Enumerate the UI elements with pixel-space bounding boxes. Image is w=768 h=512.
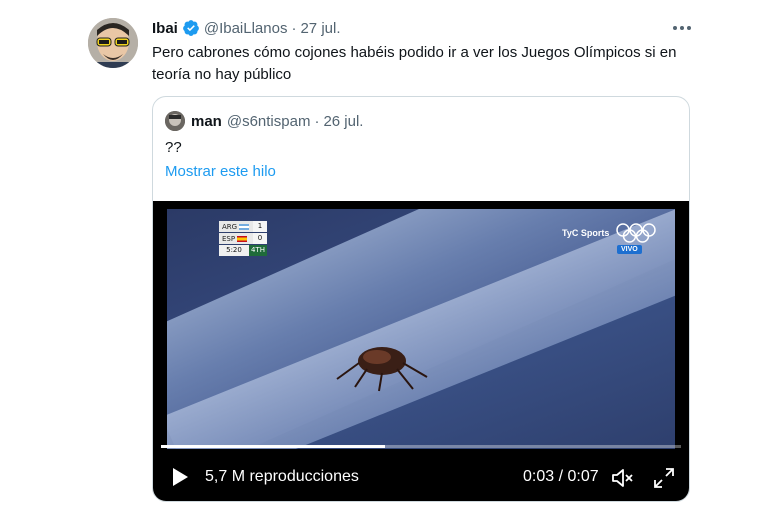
team1-score: 1: [253, 221, 267, 232]
progress-fill: [161, 445, 385, 448]
show-thread-link[interactable]: Mostrar este hilo: [165, 163, 276, 180]
broadcaster-logo: TyC Sports: [562, 223, 657, 243]
cockroach-image: [336, 347, 428, 392]
quoted-author-name[interactable]: man: [191, 113, 222, 130]
tweet-date[interactable]: 27 jul.: [300, 20, 340, 37]
live-badge: VIVO: [617, 245, 642, 254]
more-icon[interactable]: [668, 18, 696, 38]
team2-score: 0: [253, 233, 267, 244]
broadcaster-name: TyC Sports: [562, 228, 610, 238]
scoreboard-team1: ARG: [219, 221, 253, 232]
scoreboard-row-clock: 5:20 4TH: [219, 245, 267, 256]
time-separator: /: [558, 468, 564, 485]
progress-bar[interactable]: [161, 445, 681, 448]
view-count: 5,7 M reproducciones: [205, 468, 359, 485]
quoted-tweet[interactable]: man @s6ntispam · 26 jul. ?? Mostrar este…: [152, 96, 690, 502]
playback-time: 0:03 / 0:07: [523, 468, 599, 486]
avatar-image: [88, 18, 138, 68]
quoted-header: man @s6ntispam · 26 jul.: [165, 111, 363, 131]
separator-dot: ·: [291, 19, 297, 37]
game-clock: 5:20: [219, 245, 249, 256]
olympic-rings-icon: [616, 223, 657, 243]
quoted-handle[interactable]: @s6ntispam: [227, 113, 311, 130]
scoreboard-row-team1: ARG 1: [219, 221, 267, 232]
quoted-date[interactable]: 26 jul.: [323, 113, 363, 130]
scoreboard: ARG 1 ESP 0 5:20 4TH: [219, 221, 267, 257]
video-player[interactable]: ARG 1 ESP 0 5:20 4TH TyC Sports VIVO 5,7…: [153, 201, 689, 501]
author-avatar[interactable]: [88, 18, 138, 68]
team1-name: ARG: [222, 222, 238, 231]
argentina-flag-icon: [239, 223, 250, 230]
tweet-text: Pero cabrones cómo cojones habéis podido…: [152, 44, 677, 83]
video-frame[interactable]: ARG 1 ESP 0 5:20 4TH TyC Sports VIVO: [167, 209, 675, 449]
team2-name: ESP: [222, 234, 236, 243]
tweet-header: Ibai @IbaiLlanos · 27 jul.: [152, 18, 341, 38]
game-period: 4TH: [249, 245, 267, 256]
scoreboard-team2: ESP: [219, 233, 253, 244]
spain-flag-icon: [237, 235, 248, 242]
author-handle[interactable]: @IbaiLlanos: [204, 20, 288, 37]
quoted-text: ??: [165, 139, 182, 156]
quoted-separator-dot: ·: [314, 112, 320, 130]
volume-muted-icon[interactable]: [611, 467, 635, 494]
quoted-avatar: [165, 111, 185, 131]
fullscreen-icon[interactable]: [653, 467, 675, 494]
current-time: 0:03: [523, 468, 555, 485]
author-name[interactable]: Ibai: [152, 20, 178, 37]
scoreboard-row-team2: ESP 0: [219, 233, 267, 244]
verified-badge-icon: [182, 19, 200, 37]
play-icon[interactable]: [171, 467, 189, 492]
video-controls: 5,7 M reproducciones 0:03 / 0:07: [153, 459, 689, 495]
duration: 0:07: [567, 468, 599, 485]
